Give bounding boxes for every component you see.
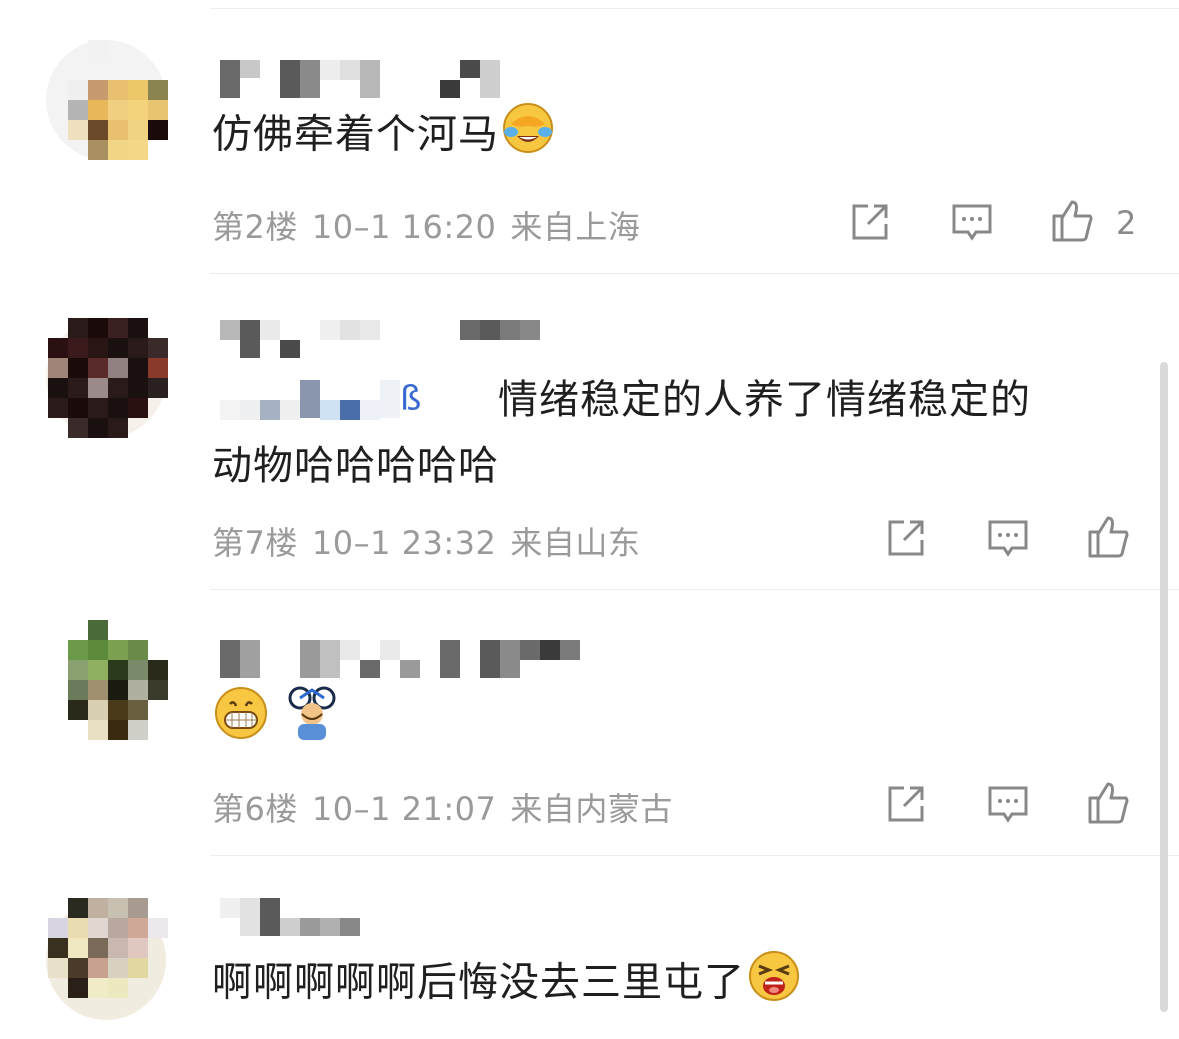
location: 来自内蒙古 [510, 790, 673, 828]
location: 来自山东 [510, 524, 641, 562]
grin-emoji [212, 684, 270, 761]
avatar[interactable] [48, 318, 180, 450]
timestamp: 10–1 16:20 [311, 208, 497, 246]
divider-3 [210, 855, 1179, 856]
avatar[interactable] [48, 620, 180, 752]
repost-icon[interactable] [884, 782, 928, 826]
comment-meta: 第7楼 10–1 23:32 来自山东 [212, 518, 654, 564]
like-button[interactable] [1050, 198, 1094, 242]
comment-text [212, 684, 1112, 761]
floor-label: 第2楼 [212, 208, 298, 246]
comment-icon[interactable] [986, 516, 1030, 560]
avatar[interactable] [48, 898, 180, 1030]
comment-meta: 第2楼 10–1 16:20 来自上海 [212, 202, 654, 248]
username[interactable] [220, 898, 360, 936]
username[interactable] [220, 320, 540, 358]
comment-icon[interactable] [986, 782, 1030, 826]
comment-icon[interactable] [950, 200, 994, 244]
cyclist-emoji [284, 684, 342, 761]
laugh-cry-facepalm-emoji [499, 100, 557, 173]
crying-loud-emoji [745, 948, 803, 1021]
repost-icon[interactable] [848, 200, 892, 244]
like-button[interactable] [1086, 514, 1130, 558]
divider-top [210, 8, 1179, 9]
like-count: 2 [1116, 204, 1137, 242]
scrollbar[interactable] [1160, 362, 1168, 1012]
comment-text: 仿佛牵着个河马 [212, 100, 1112, 173]
comment-text: 啊啊啊啊啊后悔没去三里屯了 [212, 948, 1112, 1021]
repost-icon[interactable] [884, 516, 928, 560]
username[interactable] [220, 640, 580, 678]
avatar[interactable] [48, 40, 180, 172]
comment-text-line2: 动物哈哈哈哈哈 [212, 443, 499, 489]
comment-meta: 第6楼 10–1 21:07 来自内蒙古 [212, 784, 687, 830]
like-button[interactable] [1086, 780, 1130, 824]
location: 来自上海 [510, 208, 641, 246]
mention-blurred[interactable]: ß [220, 380, 421, 420]
floor-label: 第7楼 [212, 524, 298, 562]
divider-1 [210, 273, 1179, 274]
timestamp: 10–1 21:07 [311, 790, 497, 828]
divider-2 [210, 589, 1179, 590]
comment-text: 情绪稳定的人养了情绪稳定的 [498, 377, 1031, 423]
username[interactable] [220, 60, 500, 98]
timestamp: 10–1 23:32 [311, 524, 497, 562]
floor-label: 第6楼 [212, 790, 298, 828]
